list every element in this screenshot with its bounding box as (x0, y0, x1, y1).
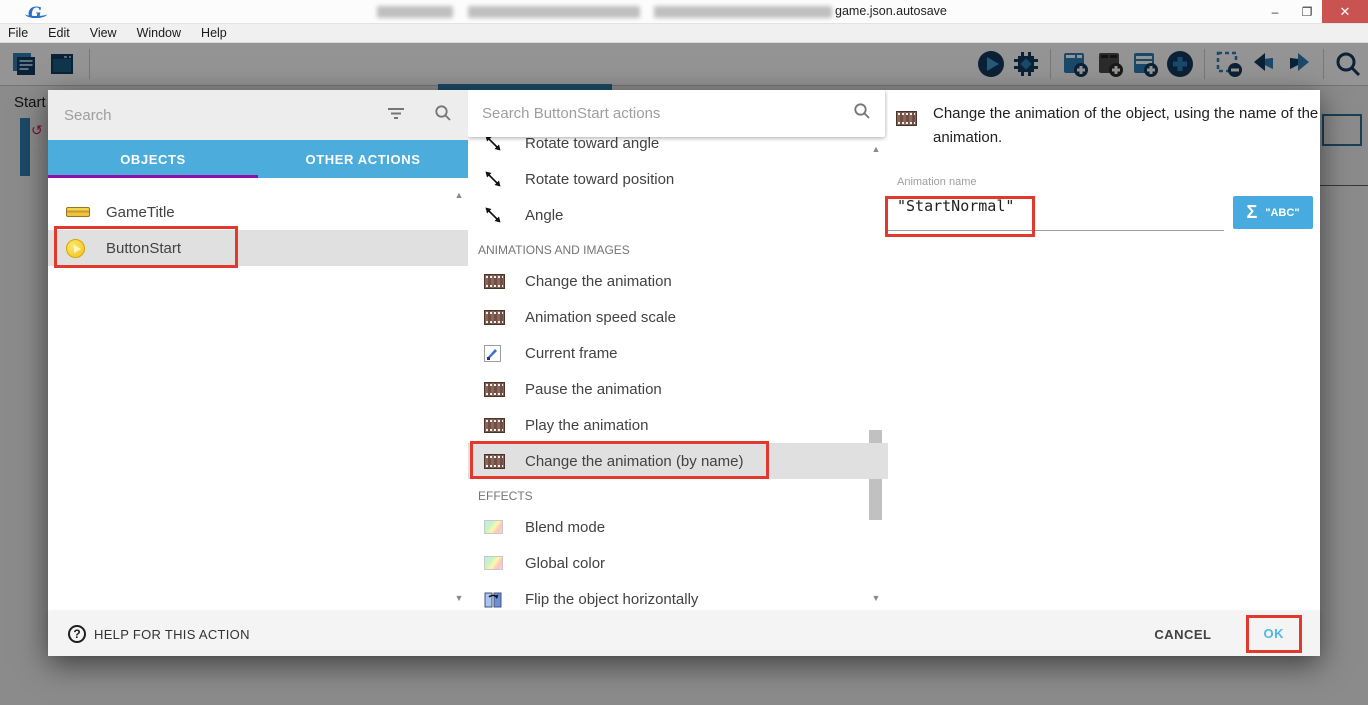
window-title: game.json.autosave (835, 4, 947, 18)
action-item[interactable]: Change the animation (468, 263, 888, 299)
scroll-down-icon[interactable] (452, 593, 466, 603)
objects-panel: OBJECTS OTHER ACTIONS GameTitle ButtonSt… (48, 90, 468, 612)
search-icon[interactable] (434, 104, 452, 127)
tab-objects[interactable]: OBJECTS (48, 140, 258, 178)
menu-view[interactable]: View (80, 26, 127, 40)
menu-bar: File Edit View Window Help (0, 24, 1368, 43)
help-icon (68, 625, 86, 643)
animation-name-label: Animation name (897, 176, 977, 188)
ok-button[interactable]: OK (1264, 626, 1285, 641)
restore-button[interactable]: ❐ (1292, 0, 1322, 23)
tab-other-actions[interactable]: OTHER ACTIONS (258, 140, 468, 178)
menu-window[interactable]: Window (127, 26, 191, 40)
rotate-arrow-icon (468, 170, 525, 188)
film-strip-icon (484, 454, 505, 469)
action-item[interactable]: Play the animation (468, 407, 888, 443)
object-name: GameTitle (106, 204, 175, 221)
application-window: G game.json.autosave – ❐ ✕ File Edit Vie… (0, 0, 1368, 705)
action-item[interactable]: Rotate toward position (468, 161, 888, 197)
list-item-buttonstart[interactable]: ButtonStart (48, 230, 468, 266)
close-button[interactable]: ✕ (1322, 0, 1368, 23)
action-item[interactable]: Global color (468, 545, 888, 581)
action-detail-panel: Change the animation of the object, usin… (888, 90, 1320, 612)
dialog-footer: HELP FOR THIS ACTION CANCEL OK (48, 612, 1320, 656)
search-icon[interactable] (853, 102, 871, 125)
action-section-header: EFFECTS (468, 479, 888, 509)
expression-editor-button[interactable]: Σ "ABC" (1233, 196, 1313, 229)
objects-search-input[interactable] (48, 107, 386, 124)
action-item-selected[interactable]: Change the animation (by name) (468, 443, 888, 479)
redacted-title-segment (377, 6, 453, 18)
object-tabs: OBJECTS OTHER ACTIONS (48, 140, 468, 178)
rainbow-icon (484, 556, 503, 570)
menu-file[interactable]: File (0, 26, 38, 40)
title-bar: G game.json.autosave – ❐ ✕ (0, 0, 1368, 24)
frame-edit-icon (468, 345, 525, 362)
sigma-icon: Σ (1246, 202, 1257, 223)
gdevelop-logo-icon: G (28, 3, 46, 21)
list-item-gametitle[interactable]: GameTitle (48, 194, 468, 230)
action-item[interactable]: Animation speed scale (468, 299, 888, 335)
instruction-editor-dialog: OBJECTS OTHER ACTIONS GameTitle ButtonSt… (48, 90, 1320, 656)
rainbow-icon (484, 520, 503, 534)
film-strip-icon (484, 382, 505, 397)
film-strip-icon (896, 111, 917, 126)
menu-help[interactable]: Help (191, 26, 237, 40)
action-item[interactable]: Current frame (468, 335, 888, 371)
action-item[interactable]: Angle (468, 197, 888, 233)
redacted-title-segment (654, 6, 832, 18)
action-description-row: Change the animation of the object, usin… (896, 102, 1325, 150)
film-strip-icon (484, 274, 505, 289)
scroll-up-icon[interactable] (452, 190, 466, 200)
flip-horizontal-icon (468, 591, 525, 608)
action-description: Change the animation of the object, usin… (933, 102, 1325, 150)
animation-name-field[interactable]: "StartNormal" (897, 197, 1014, 215)
menu-edit[interactable]: Edit (38, 26, 80, 40)
object-list: GameTitle ButtonStart (48, 194, 468, 266)
help-for-this-action-link[interactable]: HELP FOR THIS ACTION (68, 625, 250, 643)
play-button-thumbnail (66, 239, 85, 258)
rotate-arrow-icon (468, 206, 525, 224)
action-item[interactable]: Pause the animation (468, 371, 888, 407)
game-title-thumbnail (66, 207, 90, 217)
action-section-header: ANIMATIONS AND IMAGES (468, 233, 888, 263)
field-underline (888, 230, 1224, 231)
object-name: ButtonStart (106, 240, 181, 257)
actions-panel: Rotate toward angle Rotate toward positi… (468, 90, 888, 612)
film-strip-icon (484, 418, 505, 433)
film-strip-icon (484, 310, 505, 325)
minimize-button[interactable]: – (1258, 0, 1292, 23)
action-list: Rotate toward angle Rotate toward positi… (468, 125, 888, 612)
cancel-button[interactable]: CANCEL (1154, 627, 1211, 642)
annotation-box-ok: OK (1246, 615, 1303, 653)
actions-search-input[interactable] (468, 105, 853, 122)
objects-search-bar (48, 90, 468, 140)
filter-icon[interactable] (386, 106, 406, 125)
action-item[interactable]: Blend mode (468, 509, 888, 545)
action-item[interactable]: Flip the object horizontally (468, 581, 888, 612)
redacted-title-segment (468, 6, 640, 18)
actions-search-bar (468, 90, 885, 137)
